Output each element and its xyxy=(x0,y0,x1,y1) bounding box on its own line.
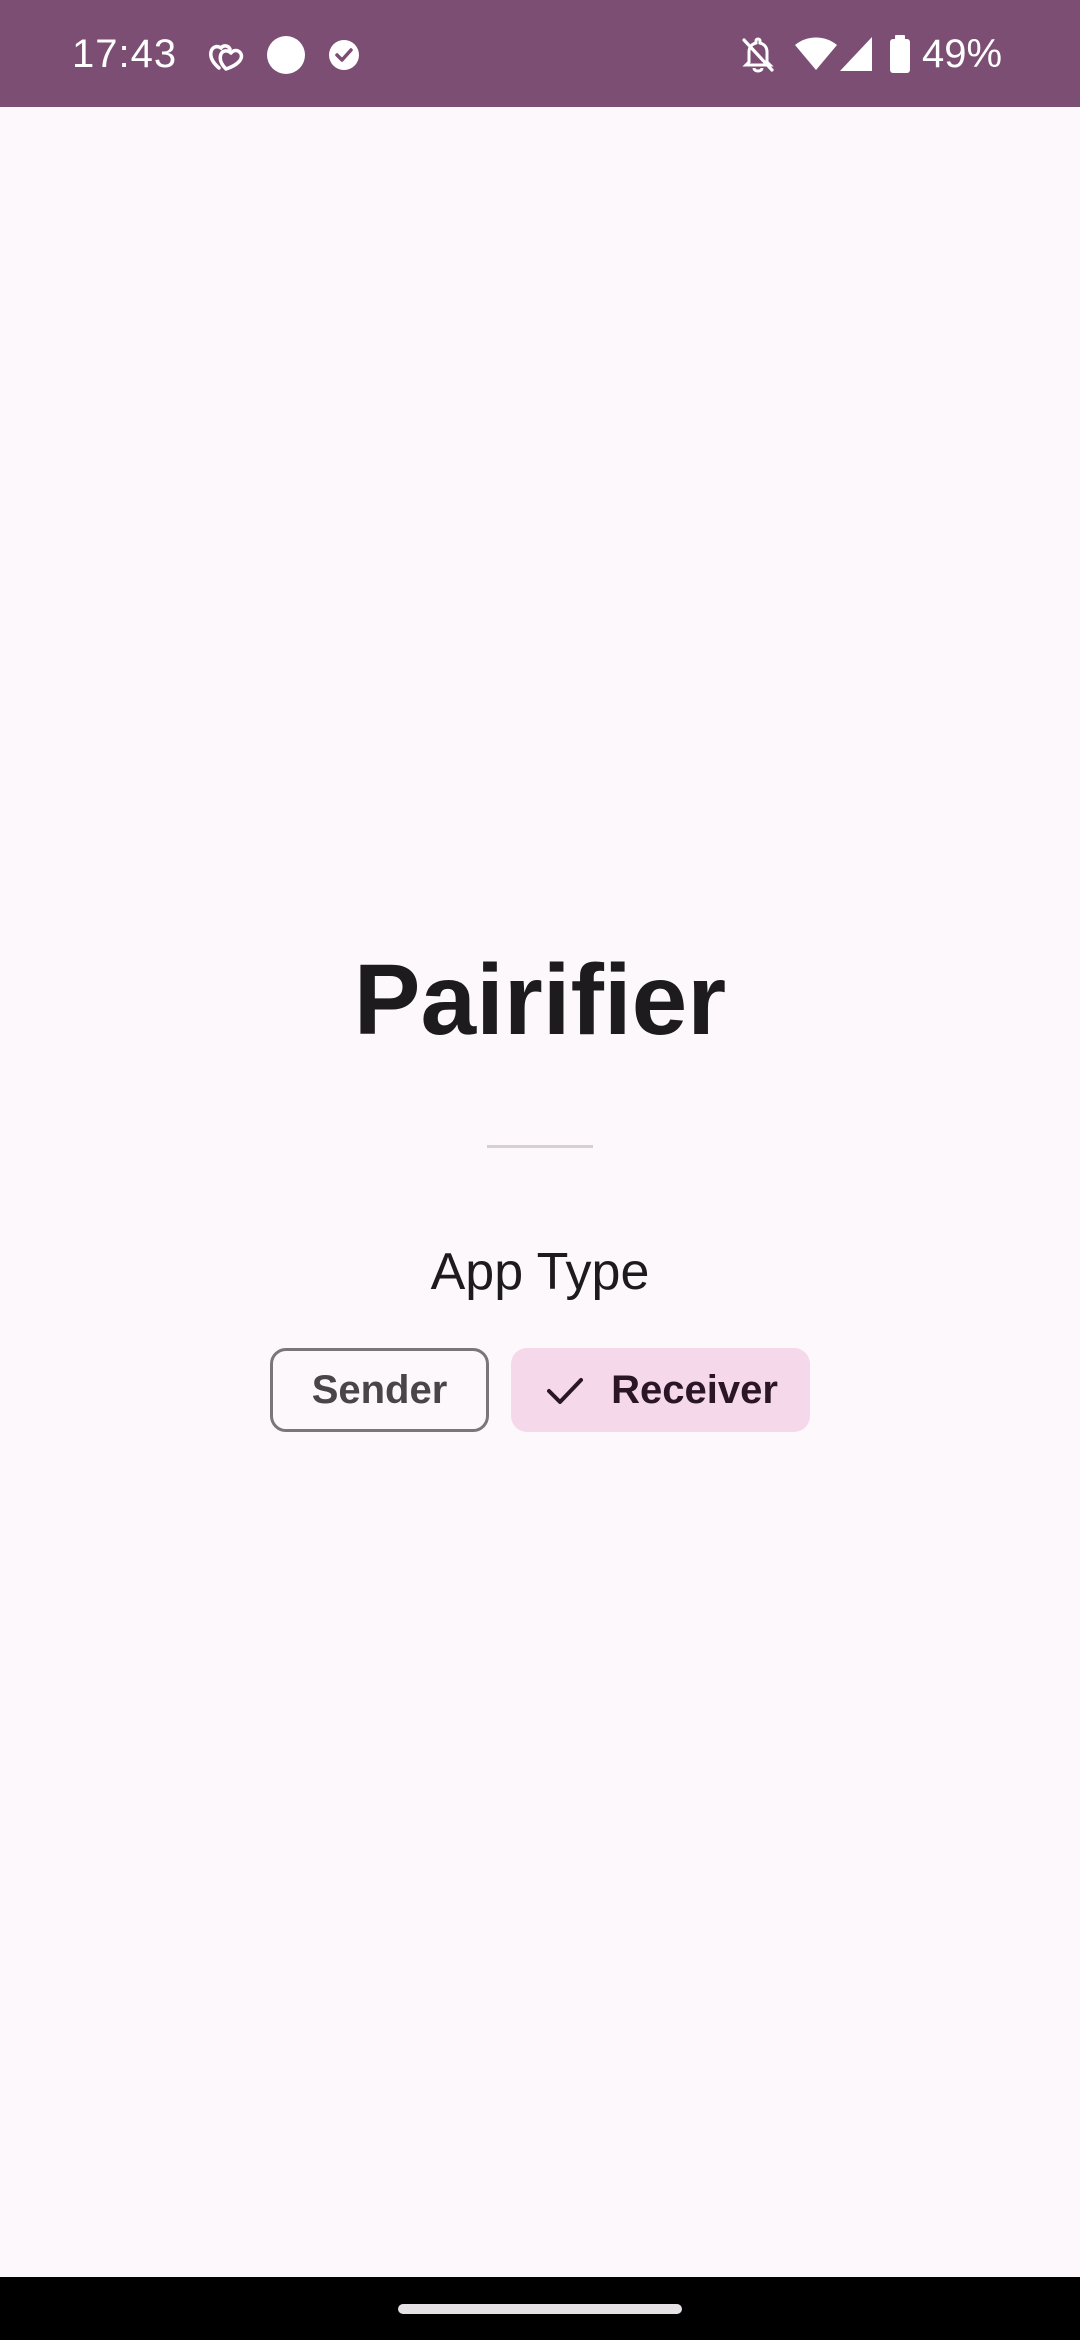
circle-icon xyxy=(267,36,305,74)
receiver-chip[interactable]: Receiver xyxy=(511,1348,810,1432)
divider xyxy=(487,1145,593,1148)
sender-chip[interactable]: Sender xyxy=(270,1348,489,1432)
check-circle-icon xyxy=(329,40,359,70)
app-type-label: App Type xyxy=(430,1243,650,1301)
sender-chip-label: Sender xyxy=(311,1367,448,1412)
check-icon xyxy=(547,1378,584,1404)
status-bar: 17:43 49% xyxy=(0,0,1080,107)
notifications-off-icon xyxy=(742,37,774,73)
receiver-chip-label: Receiver xyxy=(611,1367,778,1412)
status-time: 17:43 xyxy=(72,32,178,76)
gesture-handle[interactable] xyxy=(398,2304,682,2314)
cell-signal-icon xyxy=(840,37,872,71)
battery-icon xyxy=(890,35,910,73)
wifi-icon xyxy=(795,37,837,70)
hearts-icon xyxy=(209,44,244,71)
app-title: Pairifier xyxy=(353,944,727,1056)
battery-percent: 49% xyxy=(922,32,1003,76)
